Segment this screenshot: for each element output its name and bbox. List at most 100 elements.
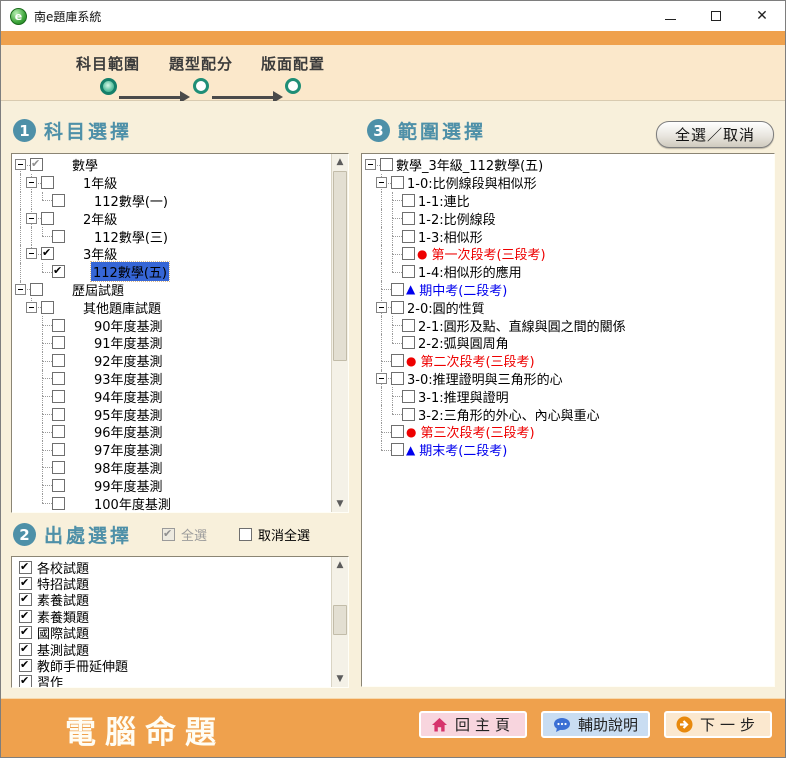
tree-row[interactable]: ●第一次段考(三段考) xyxy=(365,245,774,263)
tree-item-label[interactable]: 其他題庫試題 xyxy=(83,298,161,317)
tree-row[interactable]: 2-0:圓的性質 xyxy=(365,298,774,316)
tree-checkbox[interactable] xyxy=(391,283,404,296)
tree-item-label[interactable]: 1-4:相似形的應用 xyxy=(418,262,522,281)
scroll-up-icon[interactable]: ▲ xyxy=(332,557,348,573)
tree-checkbox[interactable] xyxy=(52,497,65,510)
tree-item-label[interactable]: 1-1:連比 xyxy=(418,191,470,210)
tree-item-label[interactable]: 1-2:比例線段 xyxy=(418,209,496,228)
tree-item-label[interactable]: 92年度基測 xyxy=(94,351,163,370)
tree-item-label[interactable]: 1年級 xyxy=(83,173,117,192)
tree-item-label[interactable]: 期末考(二段考) xyxy=(419,440,507,459)
tree-item-label[interactable]: 98年度基測 xyxy=(94,458,163,477)
tree-checkbox[interactable] xyxy=(391,176,404,189)
deselect-all-label[interactable]: 取消全選 xyxy=(258,525,310,544)
minimize-button[interactable] xyxy=(647,1,693,31)
tree-checkbox[interactable] xyxy=(52,194,65,207)
tree-checkbox[interactable] xyxy=(52,336,65,349)
deselect-all-checkbox[interactable] xyxy=(239,528,252,541)
close-button[interactable]: ✕ xyxy=(739,1,785,31)
select-all-checkbox[interactable] xyxy=(162,528,175,541)
tree-row[interactable]: 1-3:相似形 xyxy=(365,227,774,245)
next-step-button[interactable]: 下一步 xyxy=(664,711,772,738)
tree-item-label[interactable]: 112數學(三) xyxy=(94,227,168,246)
tree-row[interactable]: 1-1:連比 xyxy=(365,192,774,210)
tree-row[interactable]: 1-0:比例線段與相似形 xyxy=(365,174,774,192)
tree-item-label[interactable]: 數學_3年級_112數學(五) xyxy=(396,155,543,174)
tree-expander-icon[interactable] xyxy=(376,373,387,384)
tree-item-label[interactable]: 3-2:三角形的外心、內心與重心 xyxy=(418,405,600,424)
tree-checkbox[interactable] xyxy=(41,176,54,189)
tree-row[interactable]: ▲期中考(二段考) xyxy=(365,281,774,299)
tree-checkbox[interactable] xyxy=(52,461,65,474)
tree-checkbox[interactable] xyxy=(402,319,415,332)
tree-item-label[interactable]: 1-3:相似形 xyxy=(418,227,483,246)
tree-expander-icon[interactable] xyxy=(26,248,37,259)
tree-item-label[interactable]: 96年度基測 xyxy=(94,422,163,441)
list-checkbox[interactable] xyxy=(19,577,32,590)
tree-row[interactable]: 93年度基測 xyxy=(15,370,331,388)
tree-row[interactable]: 其他題庫試題 xyxy=(15,298,331,316)
tree-row[interactable]: 96年度基測 xyxy=(15,423,331,441)
tree-row[interactable]: 數學_3年級_112數學(五) xyxy=(365,156,774,174)
tree-row[interactable]: 112數學(五) xyxy=(15,263,331,281)
list-item[interactable]: 素養類題 xyxy=(15,608,331,624)
tree-checkbox[interactable] xyxy=(52,408,65,421)
tree-item-label[interactable]: 2-2:弧與圓周角 xyxy=(418,333,509,352)
tree-checkbox[interactable] xyxy=(402,408,415,421)
scroll-down-icon[interactable]: ▼ xyxy=(332,496,348,512)
tree-row[interactable]: 歷屆試題 xyxy=(15,281,331,299)
tree-checkbox[interactable] xyxy=(52,354,65,367)
tree-row[interactable]: ●第二次段考(三段考) xyxy=(365,352,774,370)
select-all-label[interactable]: 全選 xyxy=(181,525,207,544)
tree-checkbox[interactable] xyxy=(402,390,415,403)
list-checkbox[interactable] xyxy=(19,675,32,687)
tree-row[interactable]: ▲期末考(二段考) xyxy=(365,441,774,459)
tree-item-label[interactable]: 2年級 xyxy=(83,209,117,228)
tree-row[interactable]: 98年度基測 xyxy=(15,459,331,477)
tree-row[interactable]: 100年度基測 xyxy=(15,494,331,512)
maximize-button[interactable] xyxy=(693,1,739,31)
tree-checkbox[interactable] xyxy=(52,479,65,492)
tree-expander-icon[interactable] xyxy=(376,177,387,188)
tree-checkbox[interactable] xyxy=(402,265,415,278)
list-item[interactable]: 國際試題 xyxy=(15,625,331,641)
subject-tree-scrollbar[interactable]: ▲ ▼ xyxy=(331,154,348,512)
tree-checkbox[interactable] xyxy=(41,301,54,314)
list-checkbox[interactable] xyxy=(19,610,32,623)
list-item[interactable]: 習作 xyxy=(15,674,331,687)
tree-item-label[interactable]: 3年級 xyxy=(83,244,117,263)
tree-item-label[interactable]: 歷屆試題 xyxy=(72,280,124,299)
tree-row[interactable]: 2-2:弧與圓周角 xyxy=(365,334,774,352)
list-item[interactable]: 特招試題 xyxy=(15,575,331,591)
scroll-up-icon[interactable]: ▲ xyxy=(332,154,348,170)
list-checkbox[interactable] xyxy=(19,659,32,672)
tree-item-label[interactable]: 2-0:圓的性質 xyxy=(407,298,485,317)
tree-expander-icon[interactable] xyxy=(26,302,37,313)
tree-expander-icon[interactable] xyxy=(26,213,37,224)
tree-row[interactable]: 99年度基測 xyxy=(15,476,331,494)
tree-checkbox[interactable] xyxy=(391,425,404,438)
tree-row[interactable]: 3年級 xyxy=(15,245,331,263)
step-layout-config[interactable]: 版面配置 xyxy=(245,53,341,94)
tree-row[interactable]: 2年級 xyxy=(15,209,331,227)
list-item[interactable]: 教師手冊延伸題 xyxy=(15,657,331,673)
select-all-toggle-button[interactable]: 全選／取消 xyxy=(656,121,774,148)
home-button[interactable]: 回主頁 xyxy=(419,711,527,738)
tree-item-label[interactable]: 數學 xyxy=(72,155,98,174)
tree-row[interactable]: 91年度基測 xyxy=(15,334,331,352)
scrollbar-thumb[interactable] xyxy=(333,171,347,361)
tree-row[interactable]: 1-2:比例線段 xyxy=(365,209,774,227)
scroll-down-icon[interactable]: ▼ xyxy=(332,671,348,687)
tree-row[interactable]: 94年度基測 xyxy=(15,387,331,405)
help-button[interactable]: 輔助說明 xyxy=(541,711,650,738)
tree-row[interactable]: 2-1:圓形及點、直線與圓之間的關係 xyxy=(365,316,774,334)
tree-item-label[interactable]: 91年度基測 xyxy=(94,333,163,352)
tree-checkbox[interactable] xyxy=(402,230,415,243)
tree-item-label[interactable]: 第一次段考(三段考) xyxy=(431,244,545,263)
tree-expander-icon[interactable] xyxy=(376,302,387,313)
tree-checkbox[interactable] xyxy=(52,390,65,403)
list-item[interactable]: 基測試題 xyxy=(15,641,331,657)
step-subject-range[interactable]: 科目範圍 xyxy=(60,53,156,95)
tree-row[interactable]: 92年度基測 xyxy=(15,352,331,370)
tree-row[interactable]: 95年度基測 xyxy=(15,405,331,423)
